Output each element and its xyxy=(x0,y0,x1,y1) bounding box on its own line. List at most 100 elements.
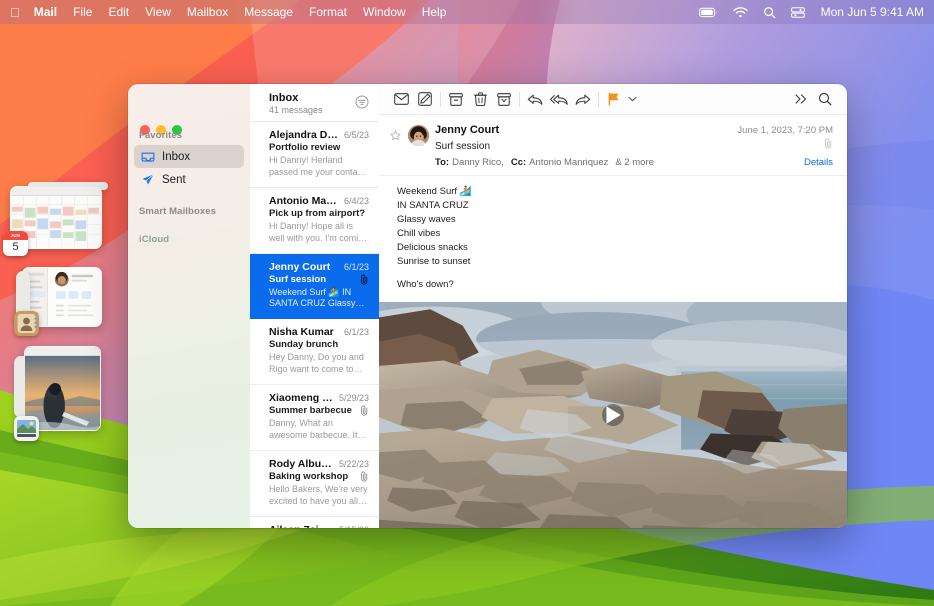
message-list-item[interactable]: Aileen Zeigen5/15/235K trainingHey Danny… xyxy=(250,517,379,529)
menu-item-view[interactable]: View xyxy=(145,5,171,19)
menu-item-help[interactable]: Help xyxy=(422,5,447,19)
apple-logo-icon[interactable]:  xyxy=(10,6,20,19)
menu-item-file[interactable]: File xyxy=(73,5,92,19)
message-date: 6/4/23 xyxy=(343,195,369,206)
menu-item-mailbox[interactable]: Mailbox xyxy=(187,5,228,19)
sidebar-item-sent[interactable]: Sent xyxy=(134,168,244,191)
star-outline-icon[interactable] xyxy=(390,124,402,146)
sender-name: Jenny Court xyxy=(435,124,500,136)
menubar-clock[interactable]: Mon Jun 5 9:41 AM xyxy=(821,5,924,19)
delete-button[interactable] xyxy=(468,88,492,110)
flag-button[interactable] xyxy=(602,88,626,110)
message-preview: Hi Danny! Herland passed me your contact… xyxy=(269,155,365,177)
mail-toolbar[interactable] xyxy=(379,84,847,115)
menu-item-edit[interactable]: Edit xyxy=(108,5,129,19)
body-closing: Who's down? xyxy=(397,278,454,290)
message-list-item[interactable]: Jenny Court 6/1/23 Surf session Weekend Sur… xyxy=(250,253,379,320)
message-sender: Alejandra Delgado xyxy=(269,129,339,141)
message-sender: Nisha Kumar xyxy=(269,326,334,339)
message-list-item[interactable]: Xiaomeng Zhong 5/29/23 Summer barbecue Dann… xyxy=(250,385,379,451)
cc-label: Cc: xyxy=(510,157,527,168)
cc-value: Antonio Manriquez xyxy=(529,157,609,168)
message-sender: Rody Albuerne xyxy=(269,457,334,470)
sidebar-item-sent-label: Sent xyxy=(162,173,186,186)
control-center-icon[interactable] xyxy=(790,6,805,18)
message-subject: Portfolio review xyxy=(269,142,341,153)
message-date: 5/15/23 xyxy=(334,525,369,529)
sidebar-section-smart-mailboxes: Smart Mailboxes xyxy=(139,206,216,217)
message-date: 6/1/23 xyxy=(343,327,369,338)
menu-item-window[interactable]: Window xyxy=(363,5,406,19)
stage-card-calendar[interactable]: JUN 5 xyxy=(3,186,102,256)
body-line: IN SANTA CRUZ xyxy=(397,199,469,211)
message-date: 5/22/23 xyxy=(338,458,369,469)
filter-sort-icon[interactable] xyxy=(355,92,369,114)
mark-unread-button[interactable] xyxy=(389,88,413,110)
sidebar-section-favorites: Favorites xyxy=(139,130,183,141)
message-list-header: Inbox 41 messages xyxy=(250,84,379,122)
reply-all-button[interactable] xyxy=(547,88,571,110)
menu-item-mail[interactable]: Mail xyxy=(34,5,57,19)
stage-card-contacts[interactable] xyxy=(14,267,102,336)
message-preview: Danny, What an awesome barbecue. It was … xyxy=(269,418,358,440)
message-subject: Sunday brunch xyxy=(269,339,339,351)
reply-button[interactable] xyxy=(523,88,547,110)
more-recipients[interactable]: & 2 more xyxy=(615,157,804,168)
reading-pane[interactable]: Jenny Court June 1, 2023, 7:20 PM Surf s… xyxy=(379,84,847,528)
message-list-item[interactable]: Nisha Kumar 6/1/23 Sunday brunch Hey Danny,… xyxy=(250,319,379,385)
message-list-item[interactable]: Alejandra Delgado 6/5/23Portfolio review H… xyxy=(250,122,379,188)
message-list-scroll[interactable]: Alejandra Delgado 6/5/23Portfolio review H… xyxy=(250,122,379,528)
message-list-item[interactable]: Rody Albuerne 5/22/23Baking workshopHello… xyxy=(250,451,379,517)
message-preview: Hello Bakers, We're very excited to have… xyxy=(269,483,368,506)
play-icon[interactable] xyxy=(602,403,624,426)
sidebar-item-inbox[interactable]: Inbox xyxy=(134,145,244,168)
menu-item-format[interactable]: Format xyxy=(309,5,347,19)
sidebar-item-inbox-label: Inbox xyxy=(162,150,191,163)
contacts-icon[interactable] xyxy=(14,311,39,336)
menu-item-message[interactable]: Message xyxy=(244,5,293,19)
message-date: 6/5/23 xyxy=(343,130,369,140)
message-sender: Jenny Court xyxy=(269,260,331,273)
message-preview: Weekend Surf 🏄 IN SANTA CRUZ Glassy wave… xyxy=(269,286,356,309)
flag-dropdown-button[interactable] xyxy=(626,88,639,110)
stage-thumb-calendar[interactable]: JUN 5 xyxy=(3,182,108,256)
compose-button[interactable] xyxy=(413,88,437,110)
message-date: 5/29/23 xyxy=(338,393,369,403)
attachment-image[interactable] xyxy=(379,301,847,528)
inbox-tray-icon xyxy=(140,149,155,164)
message-subject: Summer barbecue xyxy=(269,405,352,416)
junk-button[interactable] xyxy=(492,88,516,110)
stage-card-photos[interactable] xyxy=(14,346,101,441)
archive-button[interactable] xyxy=(444,88,468,110)
battery-icon[interactable] xyxy=(698,7,718,18)
forward-button[interactable] xyxy=(571,88,595,110)
paperclip-icon xyxy=(360,274,369,285)
menu-bar[interactable]:  Mail File Edit View Mailbox Message Fo… xyxy=(0,0,934,24)
mail-window[interactable]: Favorites Inbox Sent Smart Mailboxes iCl… xyxy=(128,84,847,528)
message-list-item[interactable]: Antonio Manriquez 6/4/23Pick up from airp… xyxy=(250,188,379,254)
message-count: 41 messages xyxy=(269,105,323,115)
body-line: Chill vibes xyxy=(397,227,441,239)
calendar-icon[interactable]: JUN 5 xyxy=(3,231,28,256)
message-date: 6/1/23 xyxy=(343,261,369,272)
calendar-icon-month: JUN xyxy=(3,231,28,240)
body-line: Glassy waves xyxy=(397,213,456,225)
message-preview: Hi Danny! Hope all is well with you. I'm… xyxy=(269,220,369,243)
spotlight-search-icon[interactable] xyxy=(763,6,776,19)
message-list-pane[interactable]: Inbox 41 messages Alejandra Delgado 6/5/2… xyxy=(250,84,379,528)
to-value: Danny Rico, xyxy=(452,157,504,168)
more-button[interactable] xyxy=(789,88,813,110)
stage-thumb-contacts[interactable] xyxy=(14,267,102,336)
mailbox-sidebar[interactable]: Favorites Inbox Sent Smart Mailboxes iCl… xyxy=(128,84,250,528)
message-header: Jenny Court June 1, 2023, 7:20 PM Surf s… xyxy=(379,115,847,176)
message-sender: Xiaomeng Zhong xyxy=(269,392,334,404)
message-subject: Surf session xyxy=(269,273,327,285)
paper-plane-icon xyxy=(140,172,155,187)
search-icon[interactable] xyxy=(813,88,837,110)
to-label: To: xyxy=(435,157,450,168)
details-link[interactable]: Details xyxy=(804,157,833,168)
photos-icon[interactable] xyxy=(14,416,39,441)
stage-thumb-photos[interactable] xyxy=(14,346,101,441)
wifi-icon[interactable] xyxy=(732,6,748,18)
body-line: Weekend Surf 🏄 xyxy=(397,186,472,197)
